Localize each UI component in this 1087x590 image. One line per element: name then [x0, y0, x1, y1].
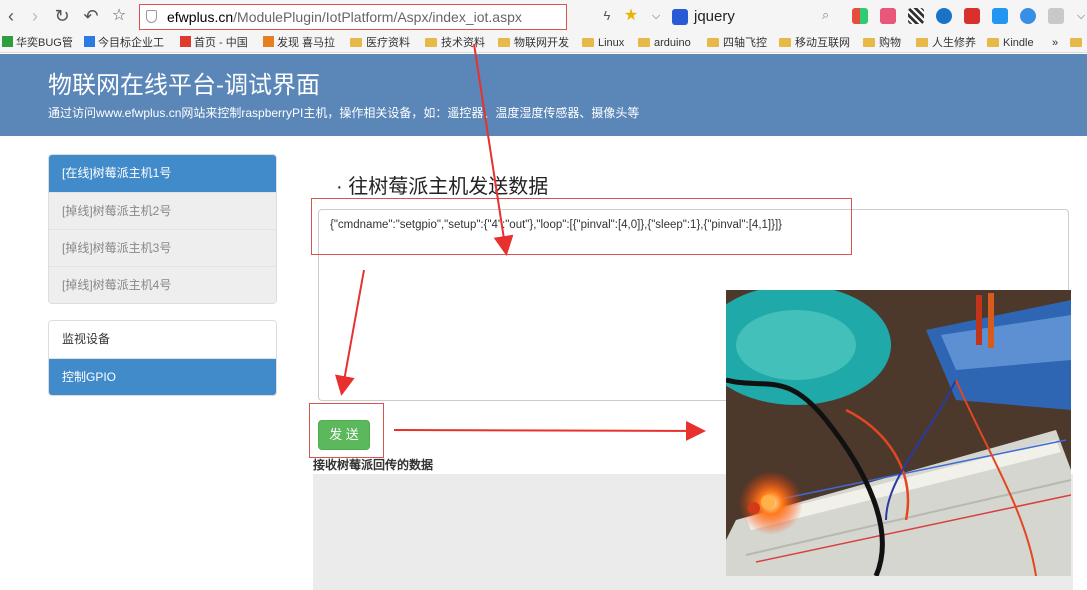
annotation-arrows — [334, 43, 706, 441]
